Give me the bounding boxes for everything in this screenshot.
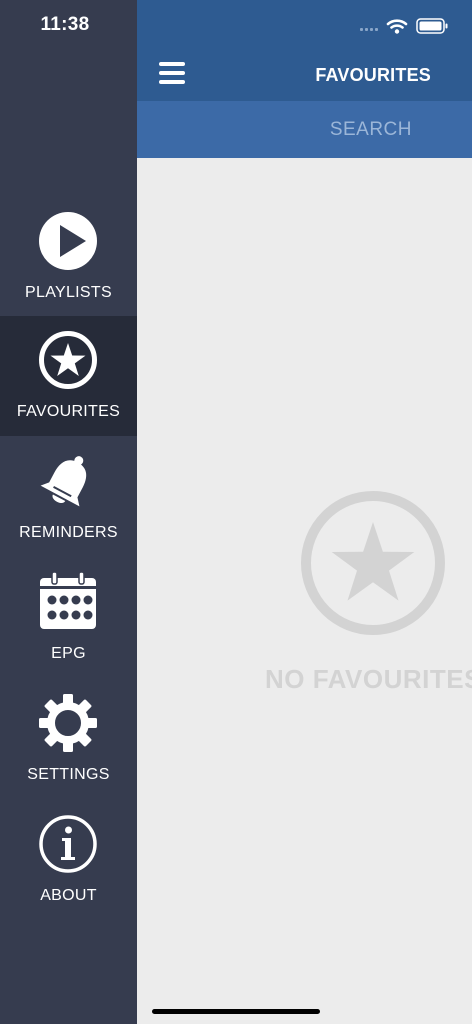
play-circle-icon [39,212,97,270]
status-time: 11:38 [40,14,90,35]
gear-icon [39,694,97,752]
search-input[interactable] [137,101,472,158]
sidebar: 11:38 PLAYLISTS FAVOURITES REMINDERS EPG… [0,0,137,1024]
sidebar-item-label: PLAYLISTS [25,284,112,301]
info-icon [39,815,97,873]
sidebar-item-label: REMINDERS [19,524,118,541]
bell-icon [40,456,87,507]
empty-state-message: NO FAVOURITES [265,664,472,694]
sidebar-item-label: ABOUT [40,887,97,904]
page-title: FAVOURITES [315,65,431,85]
sidebar-item-epg[interactable]: EPG [0,558,137,678]
sidebar-item-label: SETTINGS [27,766,110,783]
hamburger-icon[interactable] [159,60,187,90]
status-icons [360,18,448,34]
home-indicator [152,1009,320,1014]
star-circle-icon [39,331,97,389]
sidebar-item-label: FAVOURITES [16,403,121,420]
search-bar [137,101,472,158]
battery-icon [416,18,448,34]
sidebar-item-settings[interactable]: SETTINGS [0,679,137,799]
sidebar-item-about[interactable]: ABOUT [0,800,137,920]
calendar-icon [40,572,96,629]
sidebar-item-label: EPG [51,645,86,662]
star-circle-icon [301,491,445,635]
header-bar: FAVOURITES [137,0,472,101]
cellular-signal-icon [360,28,378,31]
sidebar-item-playlists[interactable]: PLAYLISTS [0,197,137,317]
sidebar-item-reminders[interactable]: REMINDERS [0,437,137,557]
main-panel: FAVOURITES NO FAVOURITES [137,0,472,1024]
sidebar-item-favourites[interactable]: FAVOURITES [0,316,137,436]
wifi-icon [386,19,408,34]
